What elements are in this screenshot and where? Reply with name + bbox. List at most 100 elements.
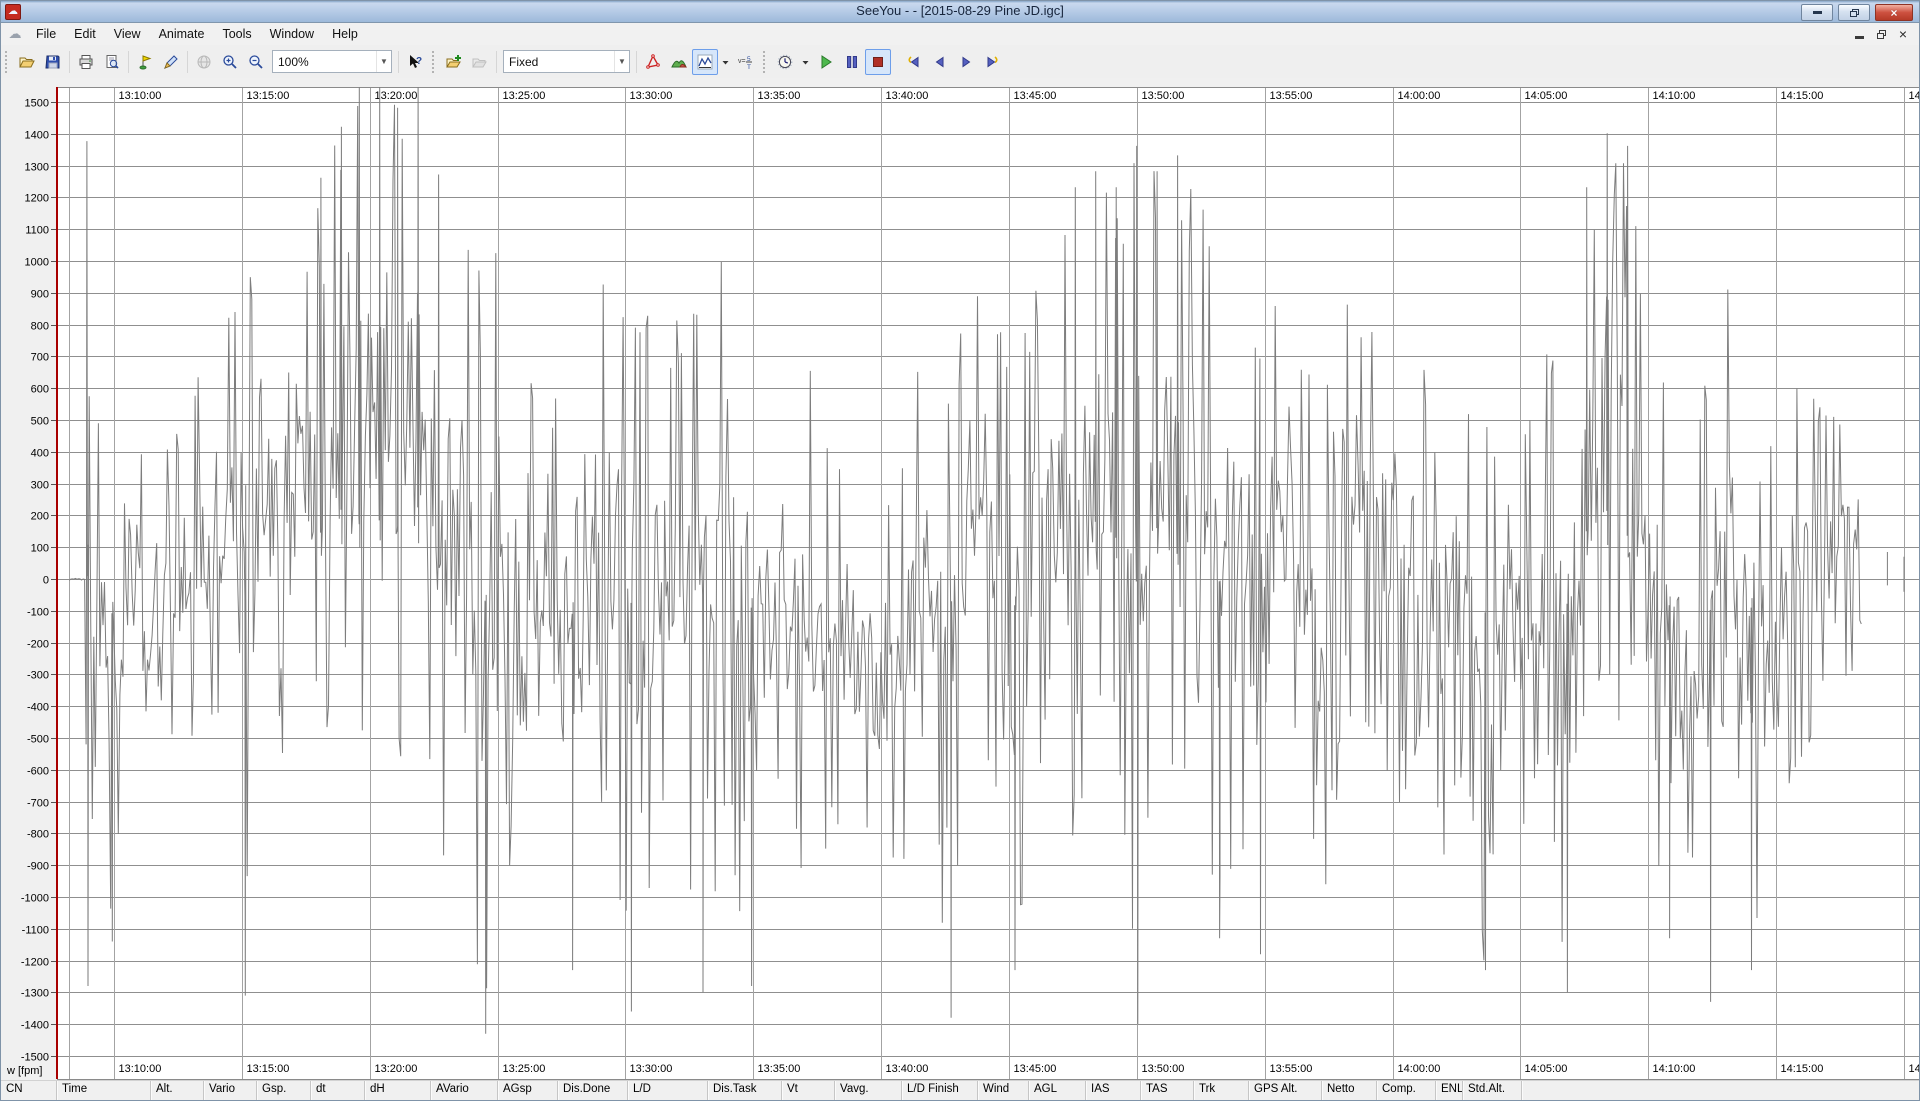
close-button[interactable]: ×: [1875, 4, 1913, 21]
toolbar-separator: [187, 51, 188, 73]
y-axis-tick-label: -300: [27, 670, 49, 682]
x-axis-bottom-label: 14:15:00: [1781, 1063, 1824, 1075]
x-axis-top-label: 13:40:00: [886, 90, 929, 102]
y-axis-tick-label: 0: [43, 575, 49, 587]
print-preview-button[interactable]: [99, 49, 125, 75]
zoom-out-icon: [248, 54, 264, 70]
menu-item-animate[interactable]: Animate: [150, 27, 214, 41]
statusbar-field-l-d-finish: L/D Finish: [902, 1081, 978, 1100]
nav-last-button[interactable]: [979, 49, 1005, 75]
statusbar-field-comp-: Comp.: [1377, 1081, 1436, 1100]
print-icon: [78, 54, 94, 70]
minimize-button[interactable]: [1801, 4, 1833, 21]
statusbar-field-enl: ENL: [1436, 1081, 1463, 1100]
nav-first-button[interactable]: [901, 49, 927, 75]
y-axis-tick-label: 800: [31, 321, 49, 333]
graph-mode-combobox[interactable]: Fixed▼: [503, 50, 630, 73]
print-button[interactable]: [73, 49, 99, 75]
menu-item-help[interactable]: Help: [323, 27, 367, 41]
x-axis-top-label: 14:20:00: [1909, 90, 1920, 102]
y-axis-tick-label: 100: [31, 543, 49, 555]
x-axis-top-label: 14:15:00: [1781, 90, 1824, 102]
y-axis-tick-label: -400: [27, 702, 49, 714]
waypoint-flag-button[interactable]: [132, 49, 158, 75]
toolbar-grip[interactable]: [432, 51, 438, 73]
stop-icon: [870, 54, 886, 70]
x-axis-bottom-label: 13:10:00: [119, 1063, 162, 1075]
nav-prev-button[interactable]: [927, 49, 953, 75]
clock-caret-button[interactable]: [798, 49, 813, 75]
y-axis-tick-label: -1300: [21, 988, 49, 1000]
open-flight-icon: [446, 54, 462, 70]
play-button[interactable]: [813, 49, 839, 75]
x-axis-bottom-label: 13:40:00: [886, 1063, 929, 1075]
mdi-close-button[interactable]: ×: [1899, 28, 1907, 40]
mdi-minimize-button[interactable]: [1855, 36, 1864, 39]
y-axis-tick-label: 300: [31, 480, 49, 492]
statusbar-field-dis-done: Dis.Done: [558, 1081, 628, 1100]
x-axis-bottom-label: 13:30:00: [630, 1063, 673, 1075]
x-axis-top-label: 13:45:00: [1014, 90, 1057, 102]
view-3d-button[interactable]: [666, 49, 692, 75]
menu-item-view[interactable]: View: [105, 27, 150, 41]
open-flight-button[interactable]: [441, 49, 467, 75]
mdi-restore-button[interactable]: [1877, 30, 1886, 39]
task-polygon-button[interactable]: [640, 49, 666, 75]
toolbar-grip[interactable]: [763, 51, 769, 73]
statusbar-field-avario: AVario: [431, 1081, 498, 1100]
nav-next-button[interactable]: [953, 49, 979, 75]
menu-item-window[interactable]: Window: [261, 27, 323, 41]
x-axis-bottom-label: 13:45:00: [1014, 1063, 1057, 1075]
toolbar-grip[interactable]: [5, 51, 11, 73]
statusbar-field-std-alt-: Std.Alt.: [1463, 1081, 1522, 1100]
edit-pencil-button[interactable]: [158, 49, 184, 75]
y-axis-tick-label: 600: [31, 384, 49, 396]
save-button[interactable]: [40, 49, 66, 75]
open-flight-disabled-button[interactable]: [467, 49, 493, 75]
y-axis-tick-label: -900: [27, 861, 49, 873]
combo-dropdown-icon[interactable]: ▼: [376, 51, 391, 72]
y-axis-unit-label: w [fpm]: [6, 1065, 42, 1077]
menu-item-file[interactable]: File: [27, 27, 65, 41]
graph-caret-button[interactable]: [718, 49, 733, 75]
y-axis-tick-label: 500: [31, 416, 49, 428]
y-axis-tick-label: 1000: [25, 257, 49, 269]
restore-button[interactable]: [1838, 4, 1870, 21]
graph-icon: [697, 54, 713, 70]
x-axis-top-label: 13:10:00: [119, 90, 162, 102]
restore-icon: [1850, 9, 1859, 17]
menu-item-edit[interactable]: Edit: [65, 27, 105, 41]
menu-item-tools[interactable]: Tools: [213, 27, 260, 41]
x-axis-top-label: 13:20:00: [375, 90, 418, 102]
y-axis-tick-label: 1100: [25, 225, 49, 237]
edit-pencil-icon: [163, 54, 179, 70]
x-axis-bottom-label: 13:20:00: [375, 1063, 418, 1075]
combo-dropdown-icon[interactable]: ▼: [614, 51, 629, 72]
open-folder-button[interactable]: [14, 49, 40, 75]
zoom-out-button[interactable]: [243, 49, 269, 75]
globe-disabled-button[interactable]: [191, 49, 217, 75]
x-axis-bottom-label: 14:20:00: [1909, 1063, 1920, 1075]
statusbar-field-alt-: Alt.: [151, 1081, 204, 1100]
toolbar: 100%▼? Fixed▼ v=5T: [1, 45, 1919, 79]
graph-button[interactable]: [692, 49, 718, 75]
view-3d-icon: [671, 54, 687, 70]
zoom-in-button[interactable]: [217, 49, 243, 75]
clock-button[interactable]: [772, 49, 798, 75]
stop-button[interactable]: [865, 49, 891, 75]
x-axis-top-label: 13:30:00: [630, 90, 673, 102]
window-controls: ×: [1801, 4, 1913, 21]
x-axis-bottom-label: 13:15:00: [247, 1063, 290, 1075]
pause-button[interactable]: [839, 49, 865, 75]
globe-disabled-icon: [196, 54, 212, 70]
statusbar-field-vario: Vario: [204, 1081, 257, 1100]
vario-stats-button[interactable]: v=5T: [733, 49, 759, 75]
x-axis-bottom-label: 14:10:00: [1653, 1063, 1696, 1075]
waypoint-flag-icon: [137, 54, 153, 70]
zoom-level-combobox[interactable]: 100%▼: [272, 50, 392, 73]
play-icon: [818, 54, 834, 70]
y-axis-tick-label: -800: [27, 829, 49, 841]
vario-graph-canvas[interactable]: 1500140013001200110010009008007006005004…: [1, 78, 1920, 1083]
help-pointer-button[interactable]: ?: [402, 49, 428, 75]
x-axis-top-label: 14:10:00: [1653, 90, 1696, 102]
